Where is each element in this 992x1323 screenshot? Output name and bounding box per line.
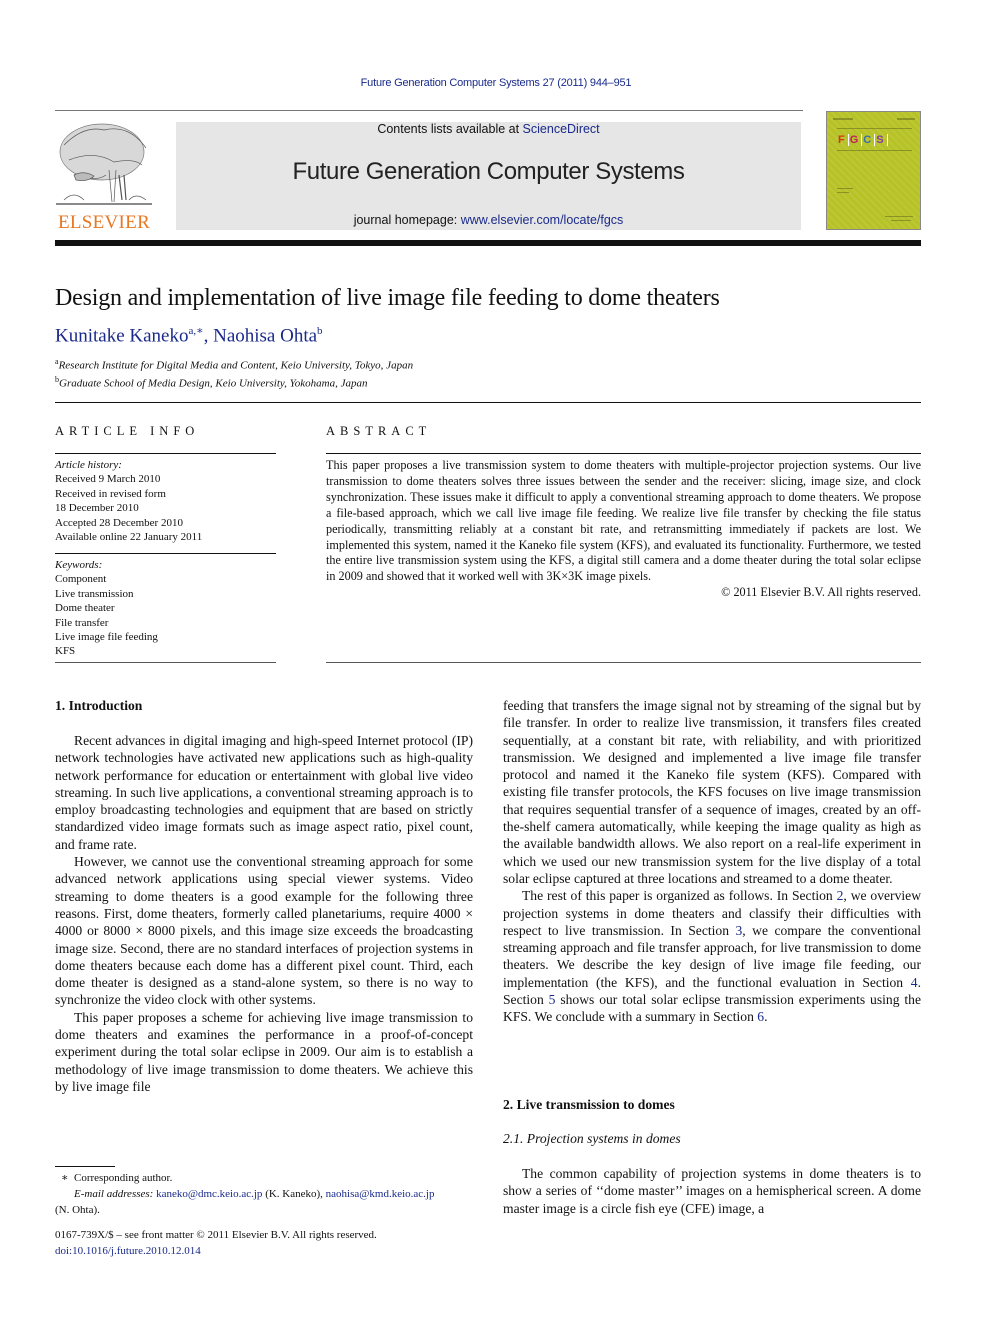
divider (55, 553, 276, 554)
sciencedirect-link[interactable]: ScienceDirect (523, 122, 600, 136)
keyword: Live transmission (55, 587, 134, 600)
keyword: File transfer (55, 616, 109, 629)
paragraph: Recent advances in digital imaging and h… (55, 733, 473, 852)
divider (55, 453, 276, 454)
email-link[interactable]: kaneko@dmc.keio.ac.jp (156, 1188, 262, 1200)
doi-link[interactable]: doi:10.1016/j.future.2010.12.014 (55, 1245, 201, 1257)
section-heading: 1. Introduction (55, 698, 143, 713)
elsevier-logo: ELSEVIER (54, 120, 154, 233)
article-info-heading: ARTICLE INFO (55, 424, 200, 438)
author-name[interactable]: Kunitake Kaneko (55, 325, 188, 346)
author-list: Kunitake Kanekoa,∗, Naohisa Ohtab (55, 325, 323, 347)
paragraph: However, we cannot use the conventional … (55, 854, 473, 1008)
history-item: 18 December 2010 (55, 502, 139, 515)
journal-homepage: journal homepage: www.elsevier.com/locat… (353, 213, 624, 227)
right-column: feeding that transfers the image signal … (503, 697, 921, 1026)
keywords: Keywords: Component Live transmission Do… (55, 559, 158, 658)
author-marks: b (317, 325, 323, 337)
history-item: Available online 22 January 2011 (55, 531, 203, 544)
header-rule (55, 110, 803, 111)
footnote-emails: E-mail addresses: kaneko@dmc.keio.ac.jp … (55, 1188, 435, 1216)
footnote-rule (55, 1166, 115, 1167)
keyword: KFS (55, 645, 76, 658)
paragraph: The common capability of projection syst… (503, 1166, 921, 1216)
keyword: Dome theater (55, 602, 115, 615)
homepage-link[interactable]: www.elsevier.com/locate/fgcs (461, 213, 624, 227)
keyword: Component (55, 573, 107, 586)
running-head[interactable]: Future Generation Computer Systems 27 (2… (0, 77, 992, 89)
affiliation: aResearch Institute for Digital Media an… (55, 357, 414, 372)
copyright: © 2011 Elsevier B.V. All rights reserved… (721, 585, 921, 600)
paragraph: The rest of this paper is organized as f… (503, 888, 922, 1025)
divider (326, 453, 921, 454)
paragraph: This paper proposes a scheme for achievi… (55, 1009, 473, 1094)
abstract-text: This paper proposes a live transmission … (326, 458, 921, 584)
history-item: Received 9 March 2010 (55, 473, 161, 486)
left-column: Recent advances in digital imaging and h… (55, 732, 473, 1095)
right-column-bottom: The common capability of projection syst… (503, 1165, 921, 1217)
contents-line: Contents lists available at ScienceDirec… (377, 122, 600, 136)
title-rule (55, 402, 921, 403)
journal-title: Future Generation Computer Systems (292, 158, 685, 185)
article-history: Article history: Received 9 March 2010 R… (55, 459, 203, 544)
footnote-corresponding: ∗ Corresponding author. (61, 1172, 173, 1184)
keyword: Live image file feeding (55, 631, 158, 644)
masthead-rule (55, 240, 921, 246)
abstract: This paper proposes a live transmission … (326, 458, 921, 601)
history-item: Accepted 28 December 2010 (55, 516, 183, 529)
cover-title: FGCS (838, 134, 888, 146)
subsection-heading: 2.1. Projection systems in domes (503, 1131, 681, 1146)
elsevier-wordmark: ELSEVIER (57, 212, 151, 233)
abstract-heading: ABSTRACT (326, 424, 432, 438)
journal-cover-thumbnail[interactable]: FGCS (826, 111, 921, 230)
paragraph: feeding that transfers the image signal … (503, 698, 921, 886)
divider (55, 662, 276, 663)
email-link[interactable]: naohisa@kmd.keio.ac.jp (326, 1188, 435, 1200)
affiliation: bGraduate School of Media Design, Keio U… (55, 375, 368, 390)
section-heading: 2. Live transmission to domes (503, 1097, 675, 1112)
author-name[interactable]: Naohisa Ohta (213, 325, 317, 346)
author-marks: a,∗ (188, 325, 204, 337)
section-ref[interactable]: 4 (911, 975, 918, 990)
elsevier-tree-icon (56, 123, 152, 205)
divider (326, 662, 921, 663)
front-matter: 0167-739X/$ – see front matter © 2011 El… (55, 1229, 377, 1241)
article-title: Design and implementation of live image … (55, 285, 720, 311)
history-item: Received in revised form (55, 487, 166, 500)
